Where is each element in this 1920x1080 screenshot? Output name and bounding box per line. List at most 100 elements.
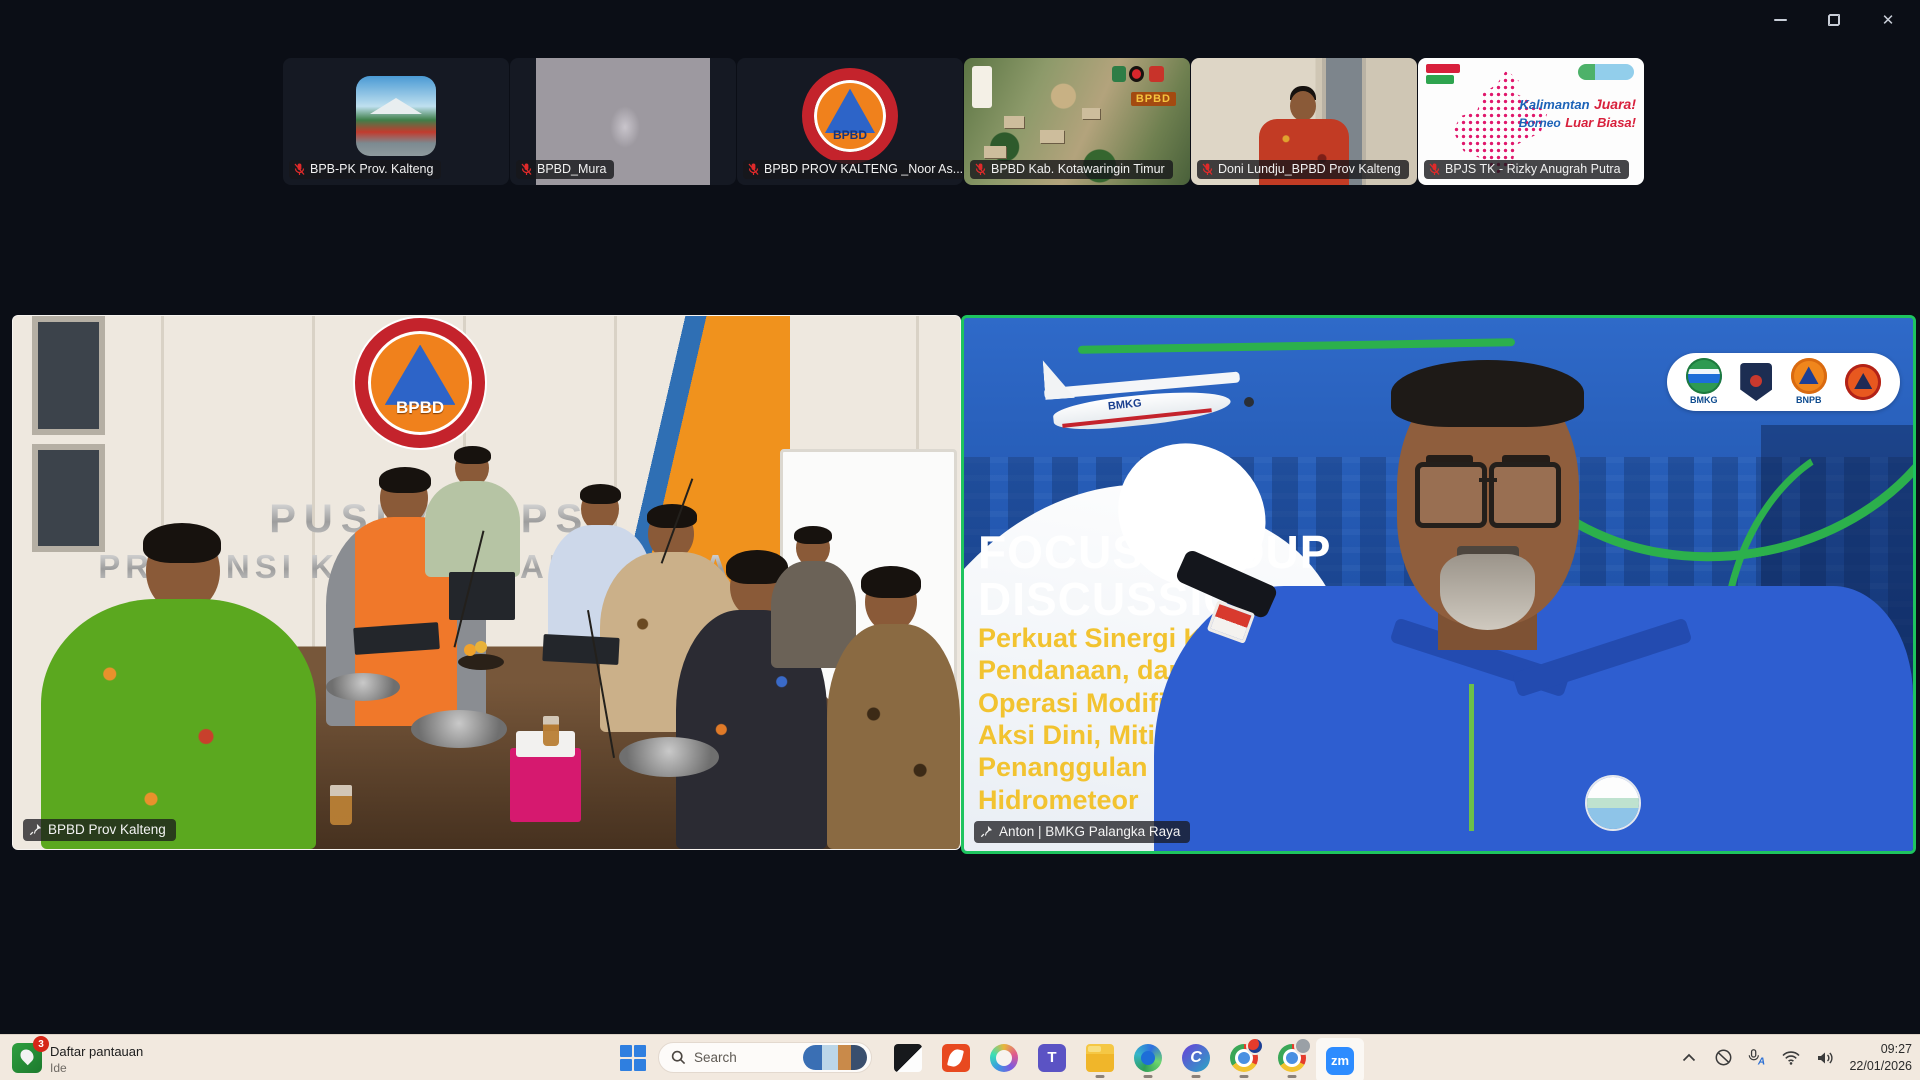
bpbd-logo-text: BPBD <box>814 128 886 142</box>
foxit-pdf-button[interactable] <box>932 1035 980 1080</box>
zoom-app-button[interactable]: zm <box>1316 1038 1364 1080</box>
search-placeholder: Search <box>694 1050 795 1065</box>
foxit-pdf-icon <box>942 1044 970 1072</box>
participant-tile[interactable]: BPBD_Mura <box>510 58 736 185</box>
copilot-icon <box>990 1044 1018 1072</box>
running-indicator <box>1288 1075 1297 1078</box>
windows-taskbar: 3 Daftar pantauan Ide Search zm <box>0 1034 1920 1080</box>
glasses <box>1415 462 1487 528</box>
room-window <box>32 316 106 435</box>
participant-name-badge: Doni Lundju_BPBD Prov Kalteng <box>1197 160 1409 179</box>
search-highlight-image <box>803 1045 867 1070</box>
participant-name-badge: BPBD PROV KALTENG _Noor As... <box>743 160 963 179</box>
main-video-meeting-room[interactable]: BPBD PUSDALOPS PROVINSI KALIMANTAN TENGA… <box>12 315 961 850</box>
task-view-button[interactable] <box>884 1035 932 1080</box>
glasses <box>1489 462 1561 528</box>
teams-button[interactable] <box>1028 1035 1076 1080</box>
mic-muted-icon <box>975 163 986 176</box>
participant-name-badge: BPJS TK - Rizky Anugrah Putra <box>1424 160 1629 179</box>
file-explorer-icon <box>1086 1044 1114 1072</box>
main-video-active-speaker[interactable]: BMKG FOCUS GROUP DISCUSSION Perkuat Sine… <box>961 315 1916 854</box>
tray-clock[interactable]: 09:27 22/01/2026 <box>1849 1041 1912 1074</box>
speaker-face <box>1397 370 1579 625</box>
wifi-button[interactable] <box>1781 1048 1801 1068</box>
volume-button[interactable] <box>1815 1048 1835 1068</box>
chrome-profile-badge <box>1246 1037 1264 1055</box>
participant-tile[interactable]: BPB-PK Prov. Kalteng <box>283 58 509 185</box>
bmkg-chest-logo <box>1587 777 1639 829</box>
bmkg-logo-label: BMKG <box>1690 395 1718 405</box>
participant-name-badge: BPBD Kab. Kotawaringin Timur <box>970 160 1173 179</box>
language-mic-button[interactable]: A <box>1747 1048 1767 1068</box>
chevron-up-icon <box>1682 1053 1696 1062</box>
window-controls: ✕ <box>1758 6 1910 34</box>
svg-text:A: A <box>1757 1056 1765 1067</box>
pin-icon <box>29 823 42 836</box>
participant-tile[interactable]: Doni Lundju_BPBD Prov Kalteng <box>1191 58 1417 185</box>
video-name-badge: BPBD Prov Kalteng <box>23 819 176 841</box>
bnpb-logo-label: BNPB <box>1796 395 1822 405</box>
running-indicator <box>1192 1075 1201 1078</box>
start-button[interactable] <box>620 1045 646 1071</box>
fruit <box>464 644 476 656</box>
participant-tile[interactable]: Kalimantan Juara! Borneo Luar Biasa! BPJ… <box>1418 58 1644 185</box>
map-inset <box>972 66 992 108</box>
hashtag-tag <box>1426 75 1454 84</box>
system-tray: A 09:27 22/01/2026 <box>1679 1035 1912 1080</box>
chrome-profile-badge <box>1294 1037 1312 1055</box>
teams-icon <box>1038 1044 1066 1072</box>
tray-date: 22/01/2026 <box>1849 1058 1912 1074</box>
slogan-word: Juara! <box>1594 96 1636 112</box>
close-button[interactable]: ✕ <box>1866 6 1910 34</box>
wifi-icon <box>1781 1050 1801 1065</box>
participant-name: BPBD_Mura <box>537 162 606 176</box>
participant-tile[interactable]: BPBD BPBD Kab. Kotawaringin Timur <box>964 58 1190 185</box>
person-head-of-table <box>425 449 520 577</box>
notification-badge: 3 <box>33 1036 49 1052</box>
restore-button[interactable] <box>1812 6 1856 34</box>
participant-tile[interactable]: BPBD BPBD PROV KALTENG _Noor As... <box>737 58 963 185</box>
chrome-button-2[interactable] <box>1268 1035 1316 1080</box>
participant-name-badge: BPB-PK Prov. Kalteng <box>289 160 441 179</box>
map-slogan: Kalimantan Juara! Borneo Luar Biasa! <box>1519 96 1636 133</box>
search-box[interactable]: Search <box>658 1042 872 1073</box>
slogan-word: Kalimantan <box>1519 97 1589 112</box>
chrome-button[interactable] <box>1220 1035 1268 1080</box>
search-icon <box>671 1050 686 1065</box>
notifications-muted-button[interactable] <box>1713 1048 1733 1068</box>
bell-off-icon <box>1714 1048 1733 1067</box>
minimize-button[interactable] <box>1758 6 1802 34</box>
hashtag-tag <box>1426 64 1460 73</box>
mic-muted-icon <box>748 163 759 176</box>
task-view-icon <box>894 1044 922 1072</box>
copilot-button[interactable] <box>980 1035 1028 1080</box>
participant-name: Doni Lundju_BPBD Prov Kalteng <box>1218 162 1401 176</box>
bpbd-wall-logo: BPBD <box>368 331 472 435</box>
edge-icon <box>1134 1044 1162 1072</box>
mic-muted-icon <box>1429 163 1440 176</box>
garuda-shield-logo <box>1740 363 1772 401</box>
file-explorer-button[interactable] <box>1076 1035 1124 1080</box>
bpbd-wall-logo-text: BPBD <box>368 398 472 418</box>
person-green-batik <box>41 529 316 849</box>
running-indicator <box>1144 1075 1153 1078</box>
bpjs-logo <box>1578 64 1634 80</box>
tray-overflow-button[interactable] <box>1679 1048 1699 1068</box>
zoom-app-icon: zm <box>1326 1047 1354 1075</box>
logo-badge <box>1129 66 1144 82</box>
taskbar-icons: zm <box>884 1035 1364 1080</box>
tea-glass <box>543 716 559 746</box>
agency-logos-banner: BMKG BNPB <box>1667 353 1900 412</box>
notification-toast[interactable]: 3 Daftar pantauan Ide <box>12 1041 143 1075</box>
participant-name: BPJS TK - Rizky Anugrah Putra <box>1445 162 1621 176</box>
running-indicator <box>1240 1075 1249 1078</box>
bmkg-logo: BMKG <box>1686 358 1722 405</box>
beard <box>1440 554 1535 630</box>
canva-button[interactable] <box>1172 1035 1220 1080</box>
mic-muted-icon <box>294 163 305 176</box>
tissue-box <box>510 748 581 823</box>
edge-button[interactable] <box>1124 1035 1172 1080</box>
speaker-portrait <box>1154 361 1913 851</box>
tea-glass <box>330 785 352 825</box>
video-participant-name: BPBD Prov Kalteng <box>48 822 166 837</box>
